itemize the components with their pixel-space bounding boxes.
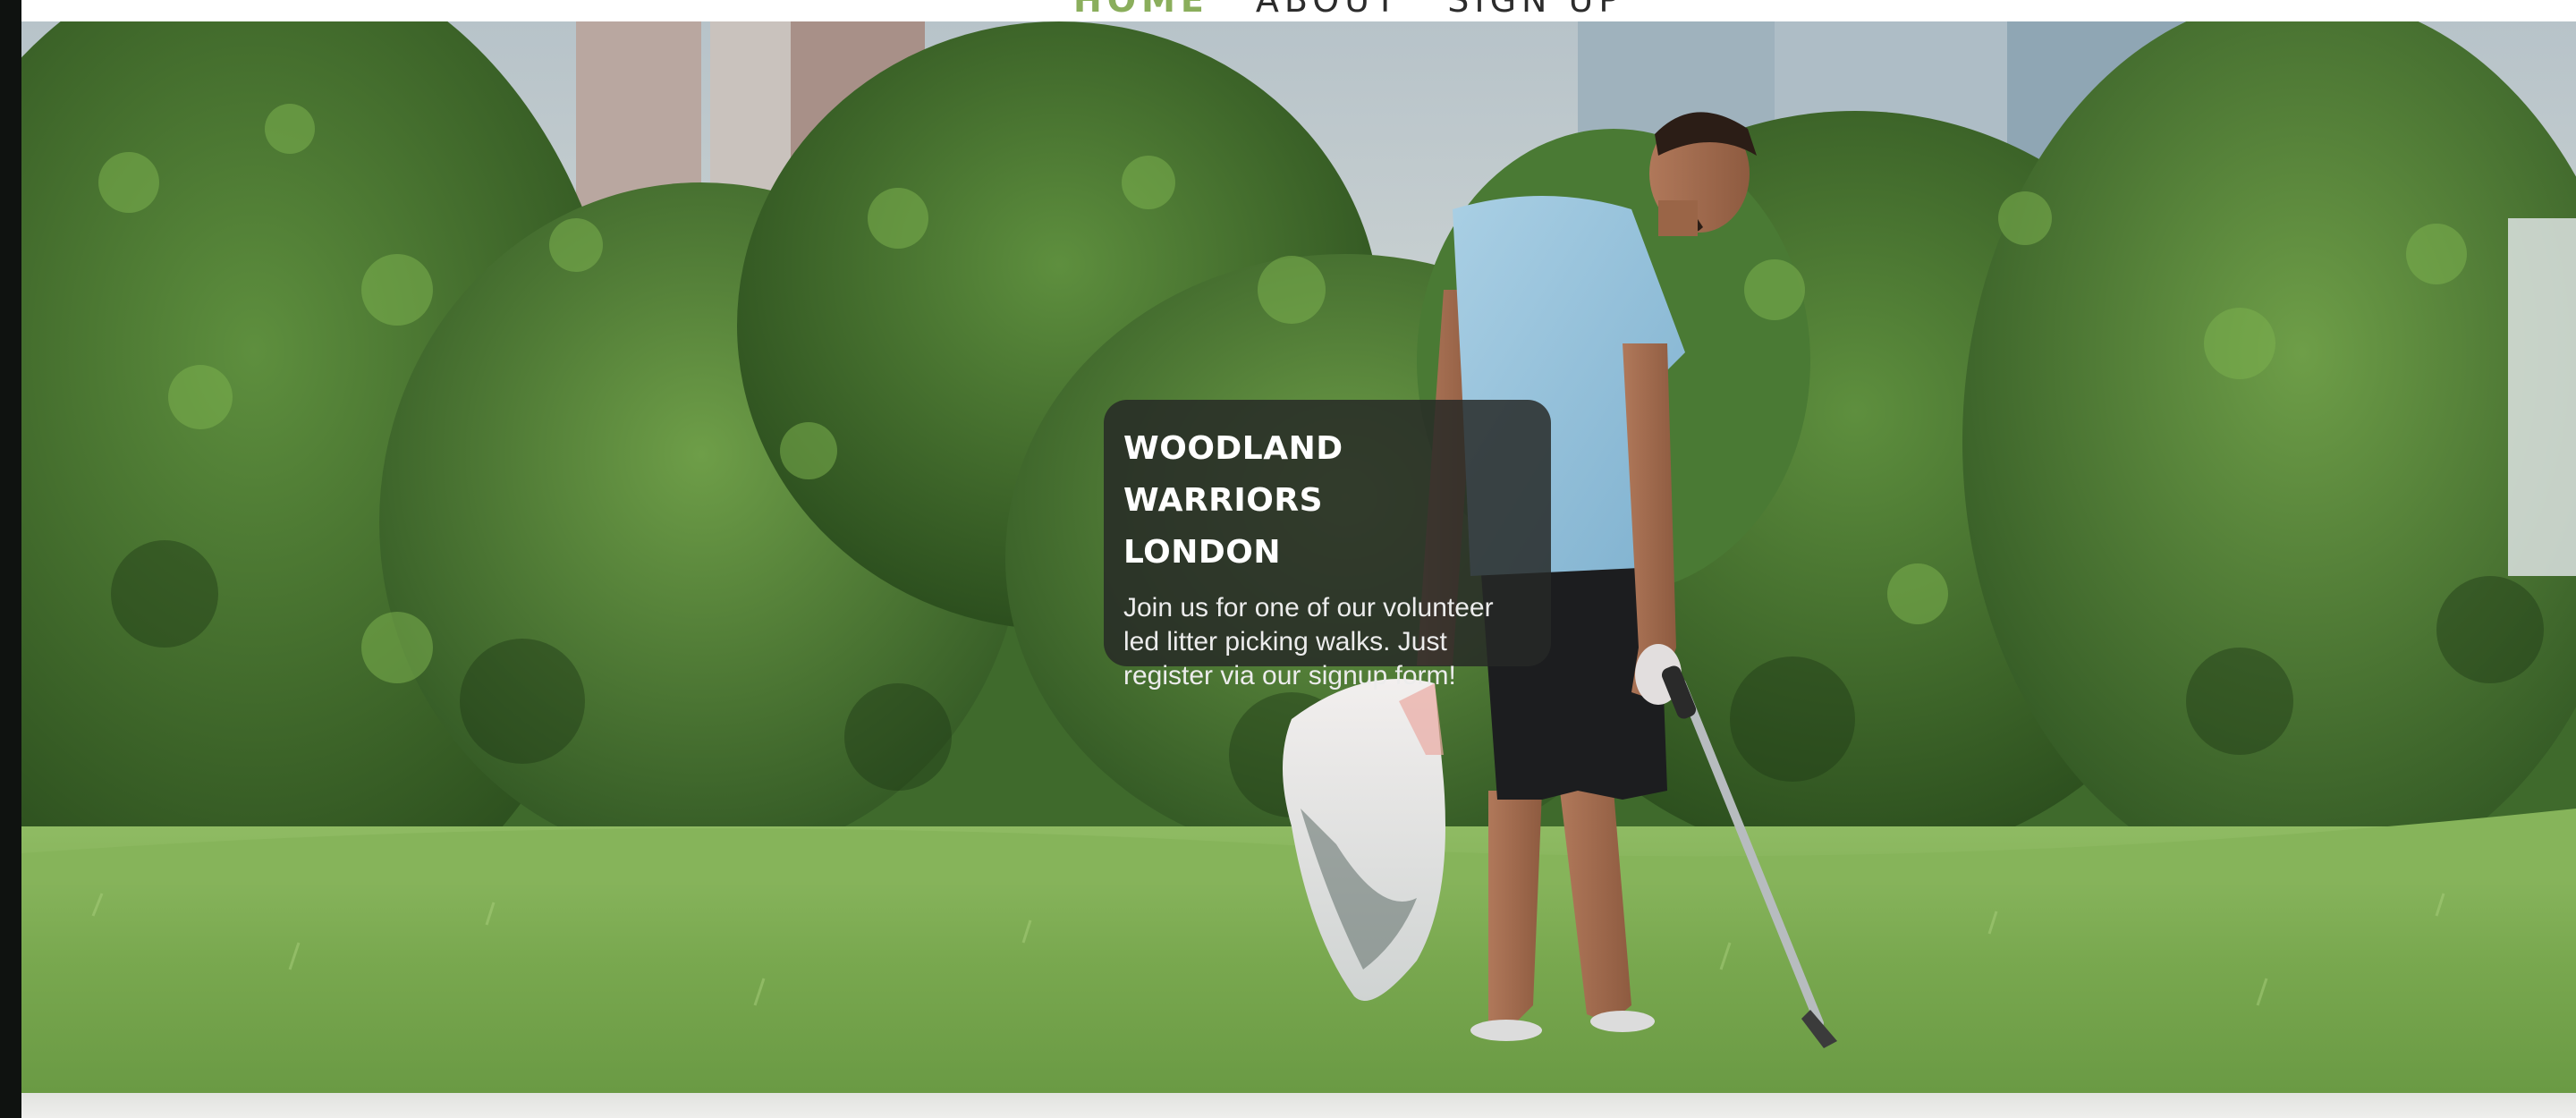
hero-title: WOODLAND WARRIORS LONDON [1123, 423, 1531, 579]
nav-item-about: ABOUT [1256, 0, 1401, 20]
nav-link-signup[interactable]: SIGN UP [1447, 0, 1624, 20]
nav-link-home[interactable]: HOME [1073, 0, 1209, 20]
top-navbar: HOME ABOUT SIGN UP [21, 0, 2576, 21]
section-divider [21, 1093, 2576, 1118]
hero-caption-box: WOODLAND WARRIORS LONDON Join us for one… [1104, 400, 1551, 690]
nav-item-home: HOME [1073, 0, 1209, 20]
hero-description: Join us for one of our volunteer led lit… [1123, 593, 1494, 690]
hero-title-line1: WOODLAND WARRIORS [1123, 430, 1343, 519]
nav-link-about[interactable]: ABOUT [1256, 0, 1401, 20]
hero-section: WOODLAND WARRIORS LONDON Join us for one… [21, 21, 2576, 1093]
left-edge-strip [0, 0, 21, 1118]
nav-item-signup: SIGN UP [1447, 0, 1624, 20]
nav-list: HOME ABOUT SIGN UP [1073, 0, 1624, 20]
page: HOME ABOUT SIGN UP WOODLAND WARRIORS LON… [0, 0, 2576, 1118]
hero-title-line2: LONDON [1123, 534, 1282, 571]
